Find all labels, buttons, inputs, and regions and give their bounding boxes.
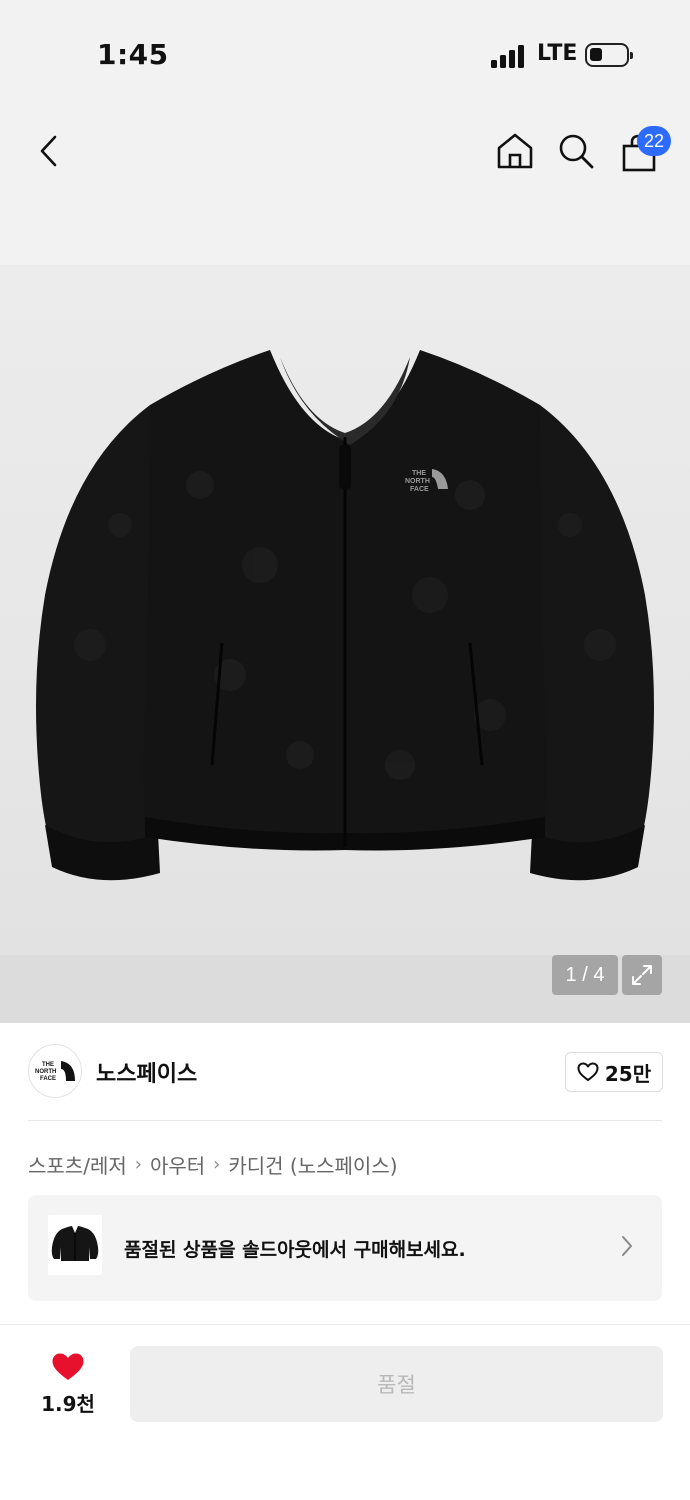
home-icon — [497, 133, 533, 169]
breadcrumb: 스포츠/레저 › 아우터 › 카디건 (노스페이스) — [28, 1150, 398, 1179]
network-label: LTE — [537, 41, 578, 66]
brand-name[interactable]: 노스페이스 — [96, 1056, 197, 1088]
svg-text:FACE: FACE — [40, 1076, 56, 1082]
image-pager: 1 / 4 — [552, 955, 618, 995]
chevron-right-icon: › — [213, 1154, 221, 1175]
expand-button[interactable] — [622, 955, 662, 995]
soldout-message: 품절된 상품을 솔드아웃에서 구매해보세요. — [124, 1239, 466, 1261]
home-button[interactable] — [493, 129, 537, 173]
svg-text:THE: THE — [412, 470, 426, 477]
heart-outline-icon — [577, 1062, 599, 1081]
breadcrumb-item-current[interactable]: 카디건 (노스페이스) — [228, 1150, 397, 1179]
svg-text:NORTH: NORTH — [405, 478, 430, 485]
breadcrumb-item-subcategory[interactable]: 아우터 — [150, 1150, 205, 1179]
brand-row: THE NORTH FACE 노스페이스 25만 — [0, 1024, 690, 1120]
svg-text:NORTH: NORTH — [35, 1069, 56, 1075]
svg-text:FACE: FACE — [410, 486, 429, 493]
product-thumbnail — [48, 1215, 102, 1275]
search-icon — [559, 134, 594, 169]
svg-text:THE: THE — [42, 1062, 54, 1068]
breadcrumb-item-category[interactable]: 스포츠/레저 — [28, 1150, 127, 1179]
chevron-right-icon: › — [134, 1154, 142, 1175]
status-time: 1:45 — [97, 38, 169, 71]
brand-like-count: 25만 — [604, 1061, 652, 1086]
soldout-promo-card[interactable]: 품절된 상품을 솔드아웃에서 구매해보세요. — [28, 1195, 662, 1301]
divider — [28, 1120, 662, 1121]
heart-filled-icon — [52, 1353, 84, 1380]
status-bar: 1:45 LTE — [0, 0, 690, 100]
chevron-right-icon — [622, 1236, 632, 1256]
brand-like-button[interactable]: 25만 — [565, 1052, 663, 1092]
chevron-left-icon — [40, 135, 57, 167]
back-button[interactable] — [26, 129, 70, 173]
search-button[interactable] — [554, 129, 598, 173]
expand-icon — [632, 965, 652, 985]
wishlist-count: 1.9천 — [41, 1391, 95, 1416]
top-nav — [0, 100, 690, 265]
signal-icon — [491, 44, 527, 68]
wishlist-button[interactable]: 1.9천 — [28, 1346, 108, 1422]
soldout-buy-button[interactable]: 품절 — [130, 1346, 663, 1422]
bottom-bar-divider — [0, 1324, 690, 1325]
jacket-image: THE NORTH FACE — [36, 350, 654, 881]
brand-logo-icon[interactable]: THE NORTH FACE — [28, 1044, 82, 1098]
battery-icon — [585, 43, 633, 67]
cart-count-badge: 22 — [637, 126, 671, 156]
product-image[interactable]: THE NORTH FACE — [0, 265, 690, 1023]
